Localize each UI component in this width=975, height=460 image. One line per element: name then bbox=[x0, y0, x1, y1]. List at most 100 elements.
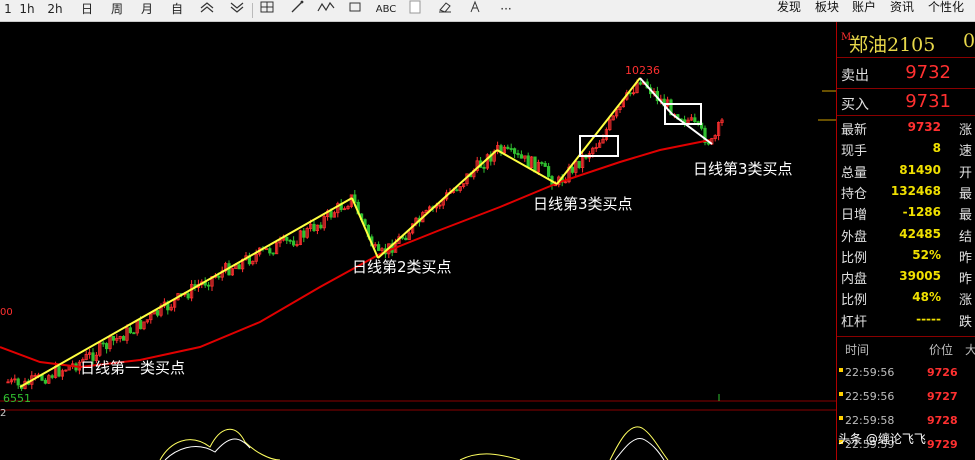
menu-account[interactable]: 账户 bbox=[852, 0, 876, 21]
tick-row: 22:59:56 9726 bbox=[837, 362, 975, 384]
candle-body bbox=[570, 166, 575, 173]
rect-icon[interactable] bbox=[344, 0, 366, 21]
text-style-icon[interactable] bbox=[464, 0, 486, 21]
zoom-out-icon[interactable] bbox=[226, 0, 248, 21]
grid-icon[interactable] bbox=[256, 0, 278, 21]
line-draw-icon[interactable] bbox=[286, 0, 308, 21]
trend-line bbox=[19, 197, 353, 388]
tick-time: 22:59:58 bbox=[845, 414, 895, 427]
stat-value: 81490 bbox=[899, 162, 941, 177]
stat-right-label: 最 bbox=[959, 208, 973, 224]
blank-icon[interactable] bbox=[406, 0, 424, 21]
candle-body bbox=[50, 375, 54, 378]
candle-body bbox=[319, 224, 323, 229]
wave-icon[interactable] bbox=[314, 0, 338, 21]
stat-row: 杠杆 ----- 跌 bbox=[837, 310, 975, 330]
menu-news[interactable]: 资讯 bbox=[890, 0, 914, 21]
left-edge-label-top: 00 bbox=[0, 307, 13, 318]
tick-time: 22:59:56 bbox=[845, 390, 895, 403]
more-icon[interactable]: ··· bbox=[494, 0, 518, 21]
candle-body bbox=[638, 82, 643, 85]
period-month-button[interactable]: 月 bbox=[136, 0, 158, 21]
candle-body bbox=[268, 248, 272, 254]
candle-body bbox=[533, 156, 537, 173]
stat-right-label: 昨 bbox=[959, 272, 973, 288]
candle-body bbox=[101, 342, 105, 345]
stat-row: 比例 48% 涨 bbox=[837, 288, 975, 309]
quote-panel: M 郑油2105 0 卖出 9732 买入 9731 最新 9732 涨现手 8 速总量… bbox=[836, 22, 975, 460]
period-2h-button[interactable]: 2h bbox=[44, 0, 66, 21]
candle-body bbox=[57, 365, 61, 377]
stat-right-label: 涨 bbox=[959, 123, 973, 138]
stat-right-label: 结 bbox=[959, 229, 973, 245]
buy-row[interactable]: 买入 9731 bbox=[837, 89, 975, 117]
candle-body bbox=[509, 148, 513, 150]
text-tool-button[interactable]: ABC bbox=[372, 0, 400, 21]
zoom-in-icon[interactable] bbox=[196, 0, 218, 21]
stat-row: 外盘 42485 结 bbox=[837, 225, 975, 245]
stat-row: 内盘 39005 昨 bbox=[837, 267, 975, 288]
annotation-buy3a: 日线第3类买点 bbox=[533, 195, 633, 213]
period-week-button[interactable]: 周 bbox=[106, 0, 128, 21]
panel-divider bbox=[837, 57, 975, 58]
candle-body bbox=[577, 160, 581, 168]
candle-body bbox=[288, 239, 292, 242]
stat-row: 日增 -1286 最 bbox=[837, 203, 975, 224]
period-1-button[interactable]: 1 bbox=[0, 0, 16, 21]
stat-value: -1286 bbox=[902, 205, 941, 220]
stat-label: 杠杆 bbox=[841, 314, 868, 330]
contract-title[interactable]: M 郑油2105 0 bbox=[837, 30, 975, 60]
stat-label: 内盘 bbox=[841, 272, 868, 288]
tick-price: 9728 bbox=[927, 414, 958, 427]
candle-body bbox=[543, 163, 547, 167]
stat-row: 现手 8 速 bbox=[837, 139, 975, 160]
stat-value: 8 bbox=[932, 141, 941, 156]
panel-divider bbox=[837, 336, 975, 337]
indicator-pane bbox=[159, 394, 720, 460]
stat-row: 总量 81490 开 bbox=[837, 161, 975, 181]
stat-label: 比例 bbox=[841, 250, 868, 266]
sell-label: 卖出 bbox=[841, 68, 869, 84]
stat-row: 比例 52% 昨 bbox=[837, 246, 975, 266]
menu-discover[interactable]: 发现 bbox=[777, 0, 801, 21]
candle-body bbox=[111, 335, 115, 341]
candle-body bbox=[302, 230, 306, 238]
stat-right-label: 开 bbox=[959, 165, 973, 181]
stat-value: 39005 bbox=[899, 269, 941, 284]
candle-body bbox=[516, 153, 520, 156]
tick-dot bbox=[839, 416, 843, 420]
buy-label: 买入 bbox=[841, 97, 869, 113]
menu-personalize[interactable]: 个性化 bbox=[928, 0, 964, 21]
trend-line bbox=[556, 77, 641, 185]
stat-label: 持仓 bbox=[841, 186, 868, 202]
stat-label: 外盘 bbox=[841, 229, 868, 245]
period-day-button[interactable]: 日 bbox=[76, 0, 98, 21]
period-custom-button[interactable]: 自 bbox=[166, 0, 188, 21]
stat-label: 最新 bbox=[841, 123, 868, 138]
stat-value: 9732 bbox=[907, 120, 941, 134]
candle-body bbox=[105, 343, 109, 350]
sell-row[interactable]: 卖出 9732 bbox=[837, 60, 975, 88]
kline-chart[interactable]: 10236 6551 00 2 日线第一类买点 日线第2类买点 日线第3类买点 … bbox=[0, 22, 836, 460]
candle-body bbox=[43, 379, 48, 384]
ticks-vol-header: 大 bbox=[965, 343, 975, 357]
period-1h-button[interactable]: 1h bbox=[16, 0, 38, 21]
menu-sector[interactable]: 板块 bbox=[815, 0, 839, 21]
candle-body bbox=[540, 162, 544, 164]
stat-row: 持仓 132468 最 bbox=[837, 182, 975, 202]
candle-body bbox=[513, 148, 517, 154]
stat-right-label: 涨 bbox=[959, 293, 973, 309]
stat-label: 现手 bbox=[841, 144, 868, 160]
kline-chart-svg: 10236 6551 00 2 日线第一类买点 日线第2类买点 日线第3类买点 … bbox=[0, 64, 836, 460]
indicator-line bbox=[614, 438, 665, 460]
candle-body bbox=[186, 293, 190, 299]
stat-right-label: 最 bbox=[959, 186, 973, 202]
candles bbox=[6, 78, 724, 392]
candle-body bbox=[482, 166, 486, 169]
candle-body bbox=[376, 244, 381, 251]
candle-body bbox=[237, 264, 241, 270]
eraser-icon[interactable] bbox=[434, 0, 456, 21]
annotation-buy3b: 日线第3类买点 bbox=[693, 160, 793, 178]
trend-line bbox=[377, 149, 498, 259]
stat-label: 日增 bbox=[841, 208, 868, 224]
